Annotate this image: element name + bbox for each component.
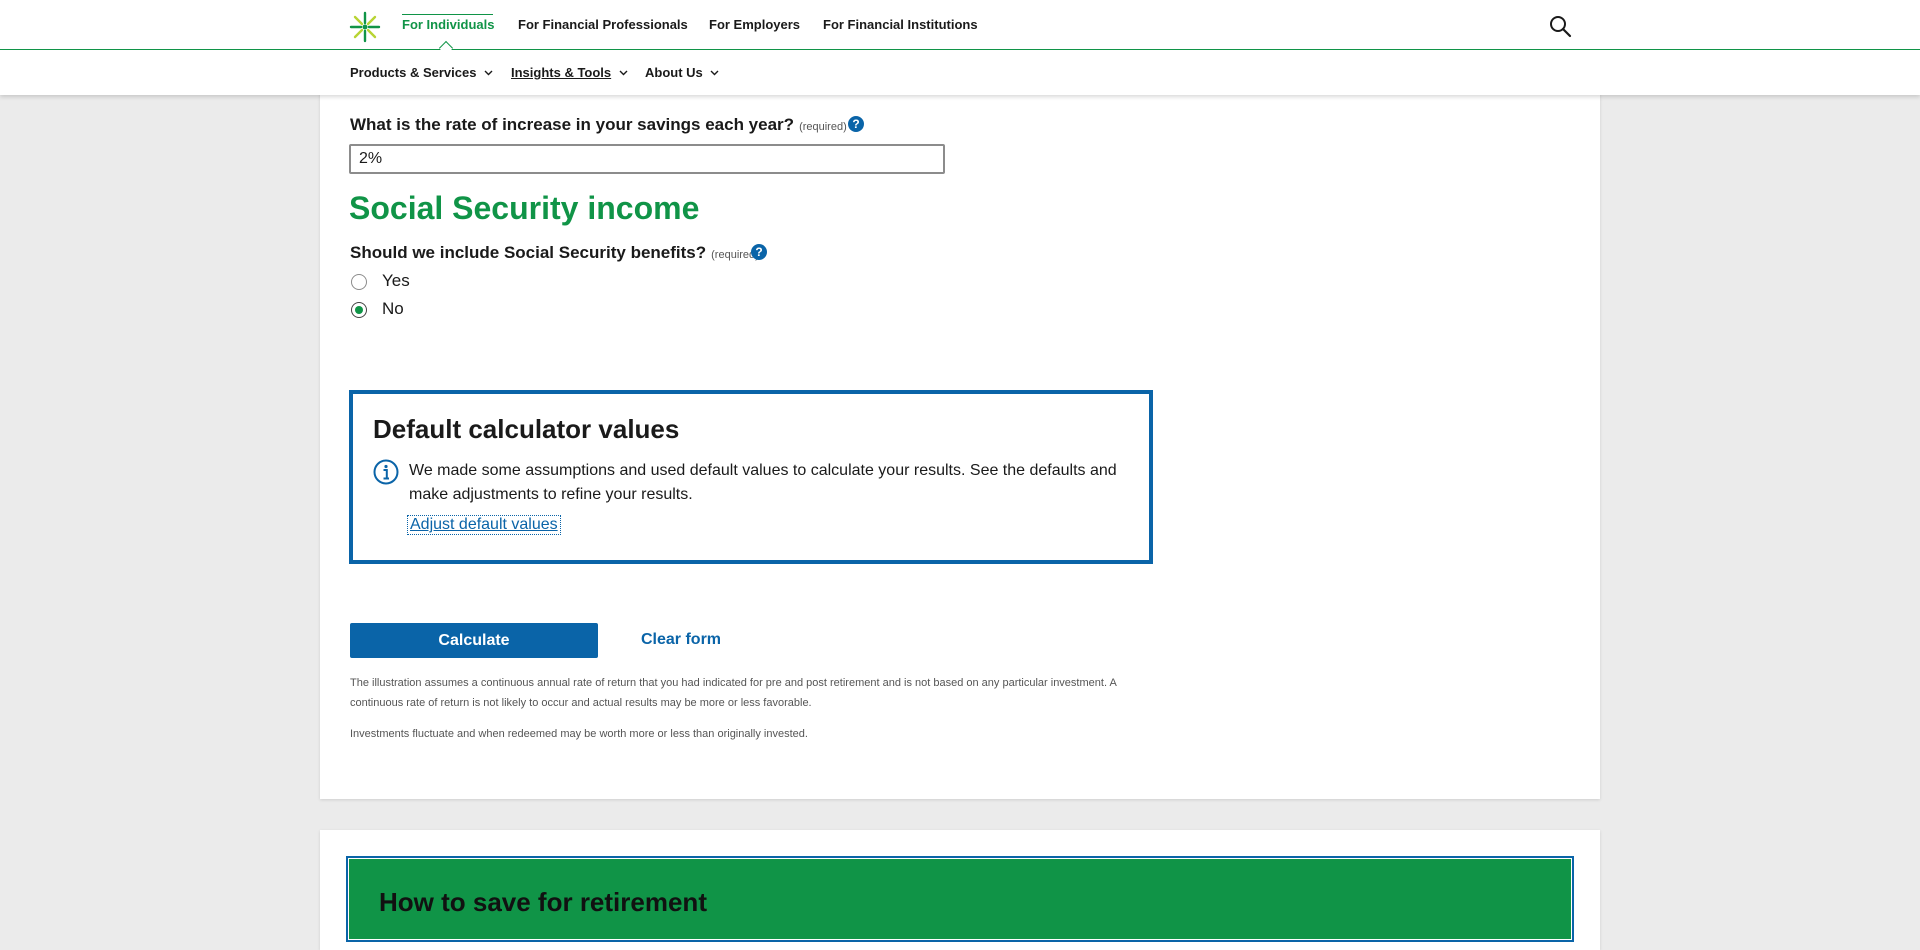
default-values-title: Default calculator values xyxy=(373,414,680,444)
default-values-box: Default calculator values We made some a… xyxy=(349,390,1153,564)
secondary-navigation-bar: Products & Services Insights & Tools Abo… xyxy=(0,50,1920,95)
info-icon xyxy=(373,459,399,485)
search-icon[interactable] xyxy=(1548,14,1572,38)
default-values-description: We made some assumptions and used defaul… xyxy=(409,462,1117,503)
adjust-default-values-link[interactable]: Adjust default values xyxy=(407,515,561,535)
clear-form-button[interactable]: Clear form xyxy=(641,631,721,649)
radio-button[interactable] xyxy=(351,302,367,318)
help-question-icon[interactable]: ? xyxy=(751,244,767,260)
nav-for-employers[interactable]: For Employers xyxy=(709,17,800,32)
savings-increase-label: What is the rate of increase in your sav… xyxy=(350,115,795,134)
subnav-label: Products & Services xyxy=(350,65,477,80)
chevron-down-icon xyxy=(710,70,719,76)
active-nav-indicator xyxy=(402,14,493,15)
radio-button[interactable] xyxy=(351,274,367,290)
disclaimer-investments: Investments fluctuate and when redeemed … xyxy=(350,728,808,740)
disclaimer-return-rate: The illustration assumes a continuous an… xyxy=(350,677,1117,709)
savings-increase-input[interactable] xyxy=(349,144,945,174)
calculate-button[interactable]: Calculate xyxy=(350,623,598,658)
radio-label: No xyxy=(382,299,404,318)
retirement-savings-title: How to save for retirement xyxy=(379,887,707,917)
subnav-label: About Us xyxy=(645,65,703,80)
nav-for-financial-professionals[interactable]: For Financial Professionals xyxy=(518,17,688,32)
chevron-down-icon xyxy=(619,70,628,76)
subnav-label: Insights & Tools xyxy=(511,65,612,80)
subnav-products-services[interactable]: Products & Services xyxy=(350,65,493,80)
chevron-down-icon xyxy=(484,70,493,76)
savings-increase-question: What is the rate of increase in your sav… xyxy=(350,115,847,135)
social-security-question-label: Should we include Social Security benefi… xyxy=(350,243,707,262)
top-navigation-bar: For Individuals For Financial Profession… xyxy=(0,0,1920,50)
section-title-social-security: Social Security income xyxy=(349,190,700,226)
retirement-savings-panel[interactable]: How to save for retirement xyxy=(346,856,1574,942)
radio-label: Yes xyxy=(382,271,410,290)
starburst-logo[interactable] xyxy=(349,11,381,43)
nav-for-individuals[interactable]: For Individuals xyxy=(402,17,494,32)
nav-for-financial-institutions[interactable]: For Financial Institutions xyxy=(823,17,978,32)
subnav-insights-tools[interactable]: Insights & Tools xyxy=(511,65,628,80)
subnav-about-us[interactable]: About Us xyxy=(645,65,719,80)
help-question-icon[interactable]: ? xyxy=(848,116,864,132)
required-indicator: (required) xyxy=(799,121,847,133)
social-security-question: Should we include Social Security benefi… xyxy=(350,243,759,263)
